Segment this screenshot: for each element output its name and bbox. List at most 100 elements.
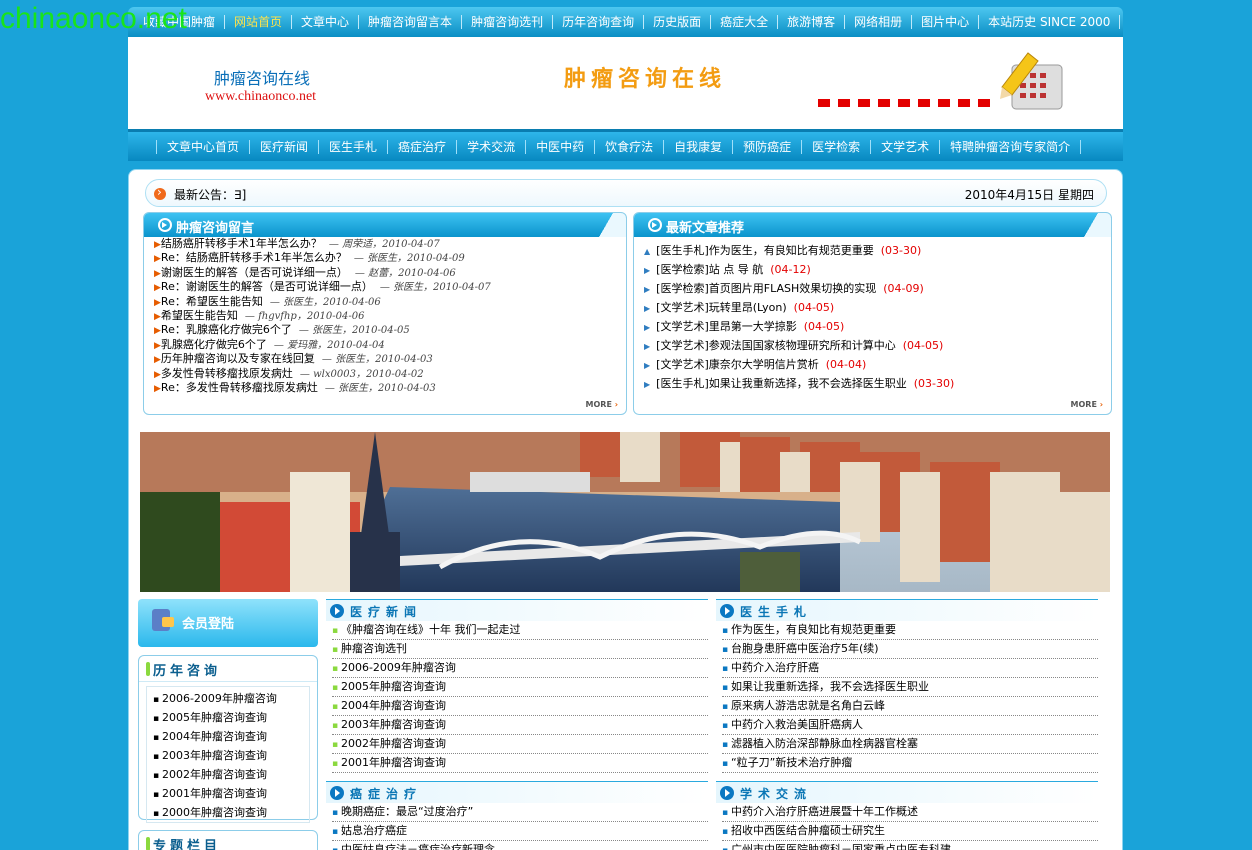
top-nav-item[interactable]: 文章中心 <box>292 15 360 29</box>
guestbook-entry-text[interactable]: 多发性骨转移瘤找原发病灶 <box>161 367 293 380</box>
guestbook-entry-text[interactable]: 希望医生能告知 <box>161 309 238 322</box>
main-nav-item[interactable]: 中医中药 <box>525 139 594 154</box>
latest-article-item[interactable]: ▶ [医生手札]如果让我重新选择，我不会选择医生职业 (03-30) <box>644 374 1111 393</box>
history-link[interactable]: 2004年肿瘤咨询查询 <box>153 727 309 746</box>
top-nav-item[interactable]: 本站历史 SINCE 2000 <box>979 15 1121 29</box>
guestbook-entry[interactable]: ▶乳腺癌化疗做完6个了 — 爱玛雅，2010-04-04 <box>154 338 626 352</box>
history-link[interactable]: 2003年肿瘤咨询查询 <box>153 746 309 765</box>
guestbook-entry-text[interactable]: 希望医生能告知 <box>186 295 263 308</box>
guestbook-entry[interactable]: ▶Re：谢谢医生的解答（是否可说详细一点） — 张医生，2010-04-07 <box>154 280 626 294</box>
treatment-link[interactable]: 晚期癌症：最忌“过度治疗” <box>332 803 708 822</box>
guestbook-entry-text[interactable]: 历年肿瘤咨询以及专家在线回复 <box>161 352 315 365</box>
site-url[interactable]: www.chinaonco.net <box>205 89 316 105</box>
academic-link[interactable]: 广州市中医医院肿瘤科－国家重点中医专科建 <box>722 841 1098 850</box>
news-link[interactable]: 2001年肿瘤咨询查询 <box>332 754 708 773</box>
top-nav-item[interactable]: 肿瘤咨询留言本 <box>359 15 463 29</box>
notes-link[interactable]: 如果让我重新选择，我不会选择医生职业 <box>722 678 1098 697</box>
latest-articles-more-link[interactable]: MORE <box>1071 400 1103 409</box>
latest-article-item[interactable]: ▶ [文学艺术]参观法国国家核物理研究所和计算中心 (04-05) <box>644 336 1111 355</box>
treatment-link[interactable]: 姑息治疗癌症 <box>332 822 708 841</box>
latest-article-item[interactable]: ▶ [文学艺术]玩转里昂(Lyon) (04-05) <box>644 298 1111 317</box>
main-nav-item[interactable]: 医学检索 <box>801 139 870 154</box>
guestbook-entry[interactable]: ▶历年肿瘤咨询以及专家在线回复 — 张医生，2010-04-03 <box>154 352 626 366</box>
main-nav-item[interactable]: 学术交流 <box>456 139 525 154</box>
news-link[interactable]: 2006-2009年肿瘤咨询 <box>332 659 708 678</box>
latest-article-title[interactable]: [文学艺术]康奈尔大学明信片赏析 <box>656 358 819 371</box>
main-nav-item[interactable]: 特聘肿瘤咨询专家简介 <box>939 139 1082 154</box>
latest-article-item[interactable]: ▶ [文学艺术]康奈尔大学明信片赏析 (04-04) <box>644 355 1111 374</box>
guestbook-entry-text[interactable]: 乳腺癌化疗做完6个了 <box>186 323 292 336</box>
notes-link[interactable]: 中药介入救治美国肝癌病人 <box>722 716 1098 735</box>
top-nav-item[interactable]: 历史版面 <box>644 15 712 29</box>
guestbook-entry-text[interactable]: 谢谢医生的解答（是否可说详细一点） <box>186 280 373 293</box>
guestbook-more-link[interactable]: MORE <box>586 400 618 409</box>
academic-exchange-title[interactable]: 学术交流 <box>740 785 812 802</box>
latest-article-title[interactable]: [文学艺术]参观法国国家核物理研究所和计算中心 <box>656 339 896 352</box>
main-nav-item[interactable]: 文学艺术 <box>870 139 939 154</box>
notes-link[interactable]: 原来病人游浩忠就是名角白云峰 <box>722 697 1098 716</box>
top-nav-item[interactable]: 网站首页 <box>225 15 293 29</box>
notes-link[interactable]: 中药介入治疗肝癌 <box>722 659 1098 678</box>
main-nav-item[interactable]: 文章中心首页 <box>156 139 249 154</box>
history-link[interactable]: 2005年肿瘤咨询查询 <box>153 708 309 727</box>
notes-link[interactable]: 台胞身患肝癌中医治疗5年(续) <box>722 640 1098 659</box>
medical-news-title[interactable]: 医疗新闻 <box>350 603 422 620</box>
announcement-text[interactable]: 最新公告：∃] <box>174 186 246 203</box>
guestbook-entry[interactable]: ▶谢谢医生的解答（是否可说详细一点） — 赵蕾，2010-04-06 <box>154 266 626 280</box>
latest-article-title[interactable]: [医学检索]站 点 导 航 <box>656 263 763 276</box>
main-nav-item[interactable]: 自我康复 <box>663 139 732 154</box>
top-nav-item[interactable]: 历年咨询查询 <box>553 15 645 29</box>
latest-article-item[interactable]: ▶ [文学艺术]里昂第一大学掠影 (04-05) <box>644 317 1111 336</box>
news-link[interactable]: 2002年肿瘤咨询查询 <box>332 735 708 754</box>
top-nav-item[interactable]: 癌症大全 <box>711 15 779 29</box>
main-nav-item[interactable]: 医生手札 <box>318 139 387 154</box>
latest-article-title[interactable]: [医学检索]首页图片用FLASH效果切换的实现 <box>656 282 876 295</box>
history-link[interactable]: 2006-2009年肿瘤咨询 <box>153 689 309 708</box>
news-link[interactable]: 2003年肿瘤咨询查询 <box>332 716 708 735</box>
guestbook-entry-text[interactable]: 谢谢医生的解答（是否可说详细一点） <box>161 266 348 279</box>
latest-article-title[interactable]: [文学艺术]里昂第一大学掠影 <box>656 320 797 333</box>
academic-link[interactable]: 中药介入治疗肝癌进展暨十年工作概述 <box>722 803 1098 822</box>
doctor-notes-title[interactable]: 医生手札 <box>740 603 812 620</box>
guestbook-entry-text[interactable]: 结肠癌肝转移手术1年半怎么办？ <box>186 251 347 264</box>
news-link[interactable]: 肿瘤咨询选刊 <box>332 640 708 659</box>
top-nav-item[interactable]: 肿瘤咨询选刊 <box>462 15 554 29</box>
news-link[interactable]: 2004年肿瘤咨询查询 <box>332 697 708 716</box>
guestbook-entry[interactable]: ▶结肠癌肝转移手术1年半怎么办？ — 周荣适，2010-04-07 <box>154 237 626 251</box>
main-nav-item[interactable]: 预防癌症 <box>732 139 801 154</box>
guestbook-entry-text[interactable]: 多发性骨转移瘤找原发病灶 <box>186 381 318 394</box>
latest-article-item[interactable]: ▶ [医学检索]站 点 导 航 (04-12) <box>644 260 1111 279</box>
news-link[interactable]: 2005年肿瘤咨询查询 <box>332 678 708 697</box>
top-nav-item[interactable]: 图片中心 <box>912 15 980 29</box>
history-link[interactable]: 2001年肿瘤咨询查询 <box>153 784 309 803</box>
guestbook-entry[interactable]: ▶Re：多发性骨转移瘤找原发病灶 — 张医生，2010-04-03 <box>154 381 626 395</box>
main-nav-item[interactable]: 饮食疗法 <box>594 139 663 154</box>
history-link[interactable]: 2002年肿瘤咨询查询 <box>153 765 309 784</box>
guestbook-entry-text[interactable]: 乳腺癌化疗做完6个了 <box>161 338 267 351</box>
latest-article-item[interactable]: ▲ [医生手札]作为医生，有良知比有规范更重要 (03-30) <box>644 241 1111 260</box>
guestbook-entry[interactable]: ▶希望医生能告知 — fhgvfhp，2010-04-06 <box>154 309 626 323</box>
main-nav-item[interactable]: 医疗新闻 <box>249 139 318 154</box>
latest-article-title[interactable]: [医生手札]作为医生，有良知比有规范更重要 <box>656 244 874 257</box>
member-login-button[interactable]: 会员登陆 <box>138 599 318 647</box>
guestbook-entry[interactable]: ▶多发性骨转移瘤找原发病灶 — wlx0003，2010-04-02 <box>154 367 626 381</box>
notes-link[interactable]: 滤器植入防治深部静脉血栓病器官栓塞 <box>722 735 1098 754</box>
academic-link[interactable]: 招收中西医结合肿瘤硕士研究生 <box>722 822 1098 841</box>
latest-article-title[interactable]: [医生手札]如果让我重新选择，我不会选择医生职业 <box>656 377 907 390</box>
latest-article-title[interactable]: [文学艺术]玩转里昂(Lyon) <box>656 301 787 314</box>
guestbook-entry-text[interactable]: 结肠癌肝转移手术1年半怎么办？ <box>161 237 322 250</box>
guestbook-entry[interactable]: ▶Re：希望医生能告知 — 张医生，2010-04-06 <box>154 295 626 309</box>
notes-link[interactable]: 作为医生，有良知比有规范更重要 <box>722 621 1098 640</box>
notes-link[interactable]: “粒子刀”新技术治疗肿瘤 <box>722 754 1098 773</box>
guestbook-entry[interactable]: ▶Re：结肠癌肝转移手术1年半怎么办？ — 张医生，2010-04-09 <box>154 251 626 265</box>
main-nav-item[interactable]: 癌症治疗 <box>387 139 456 154</box>
news-link[interactable]: 《肿瘤咨询在线》十年 我们一起走过 <box>332 621 708 640</box>
cancer-treatment-title[interactable]: 癌症治疗 <box>350 785 422 802</box>
top-nav-item[interactable]: 网络相册 <box>845 15 913 29</box>
site-logo-text[interactable]: 肿瘤咨询在线 <box>214 65 310 89</box>
latest-article-item[interactable]: ▶ [医学检索]首页图片用FLASH效果切换的实现 (04-09) <box>644 279 1111 298</box>
history-link[interactable]: 2000年肿瘤咨询查询 <box>153 803 309 822</box>
guestbook-entry[interactable]: ▶Re：乳腺癌化疗做完6个了 — 张医生，2010-04-05 <box>154 323 626 337</box>
top-nav-item[interactable]: 旅游博客 <box>778 15 846 29</box>
treatment-link[interactable]: 中医姑息疗法－癌症治疗新理念 <box>332 841 708 850</box>
